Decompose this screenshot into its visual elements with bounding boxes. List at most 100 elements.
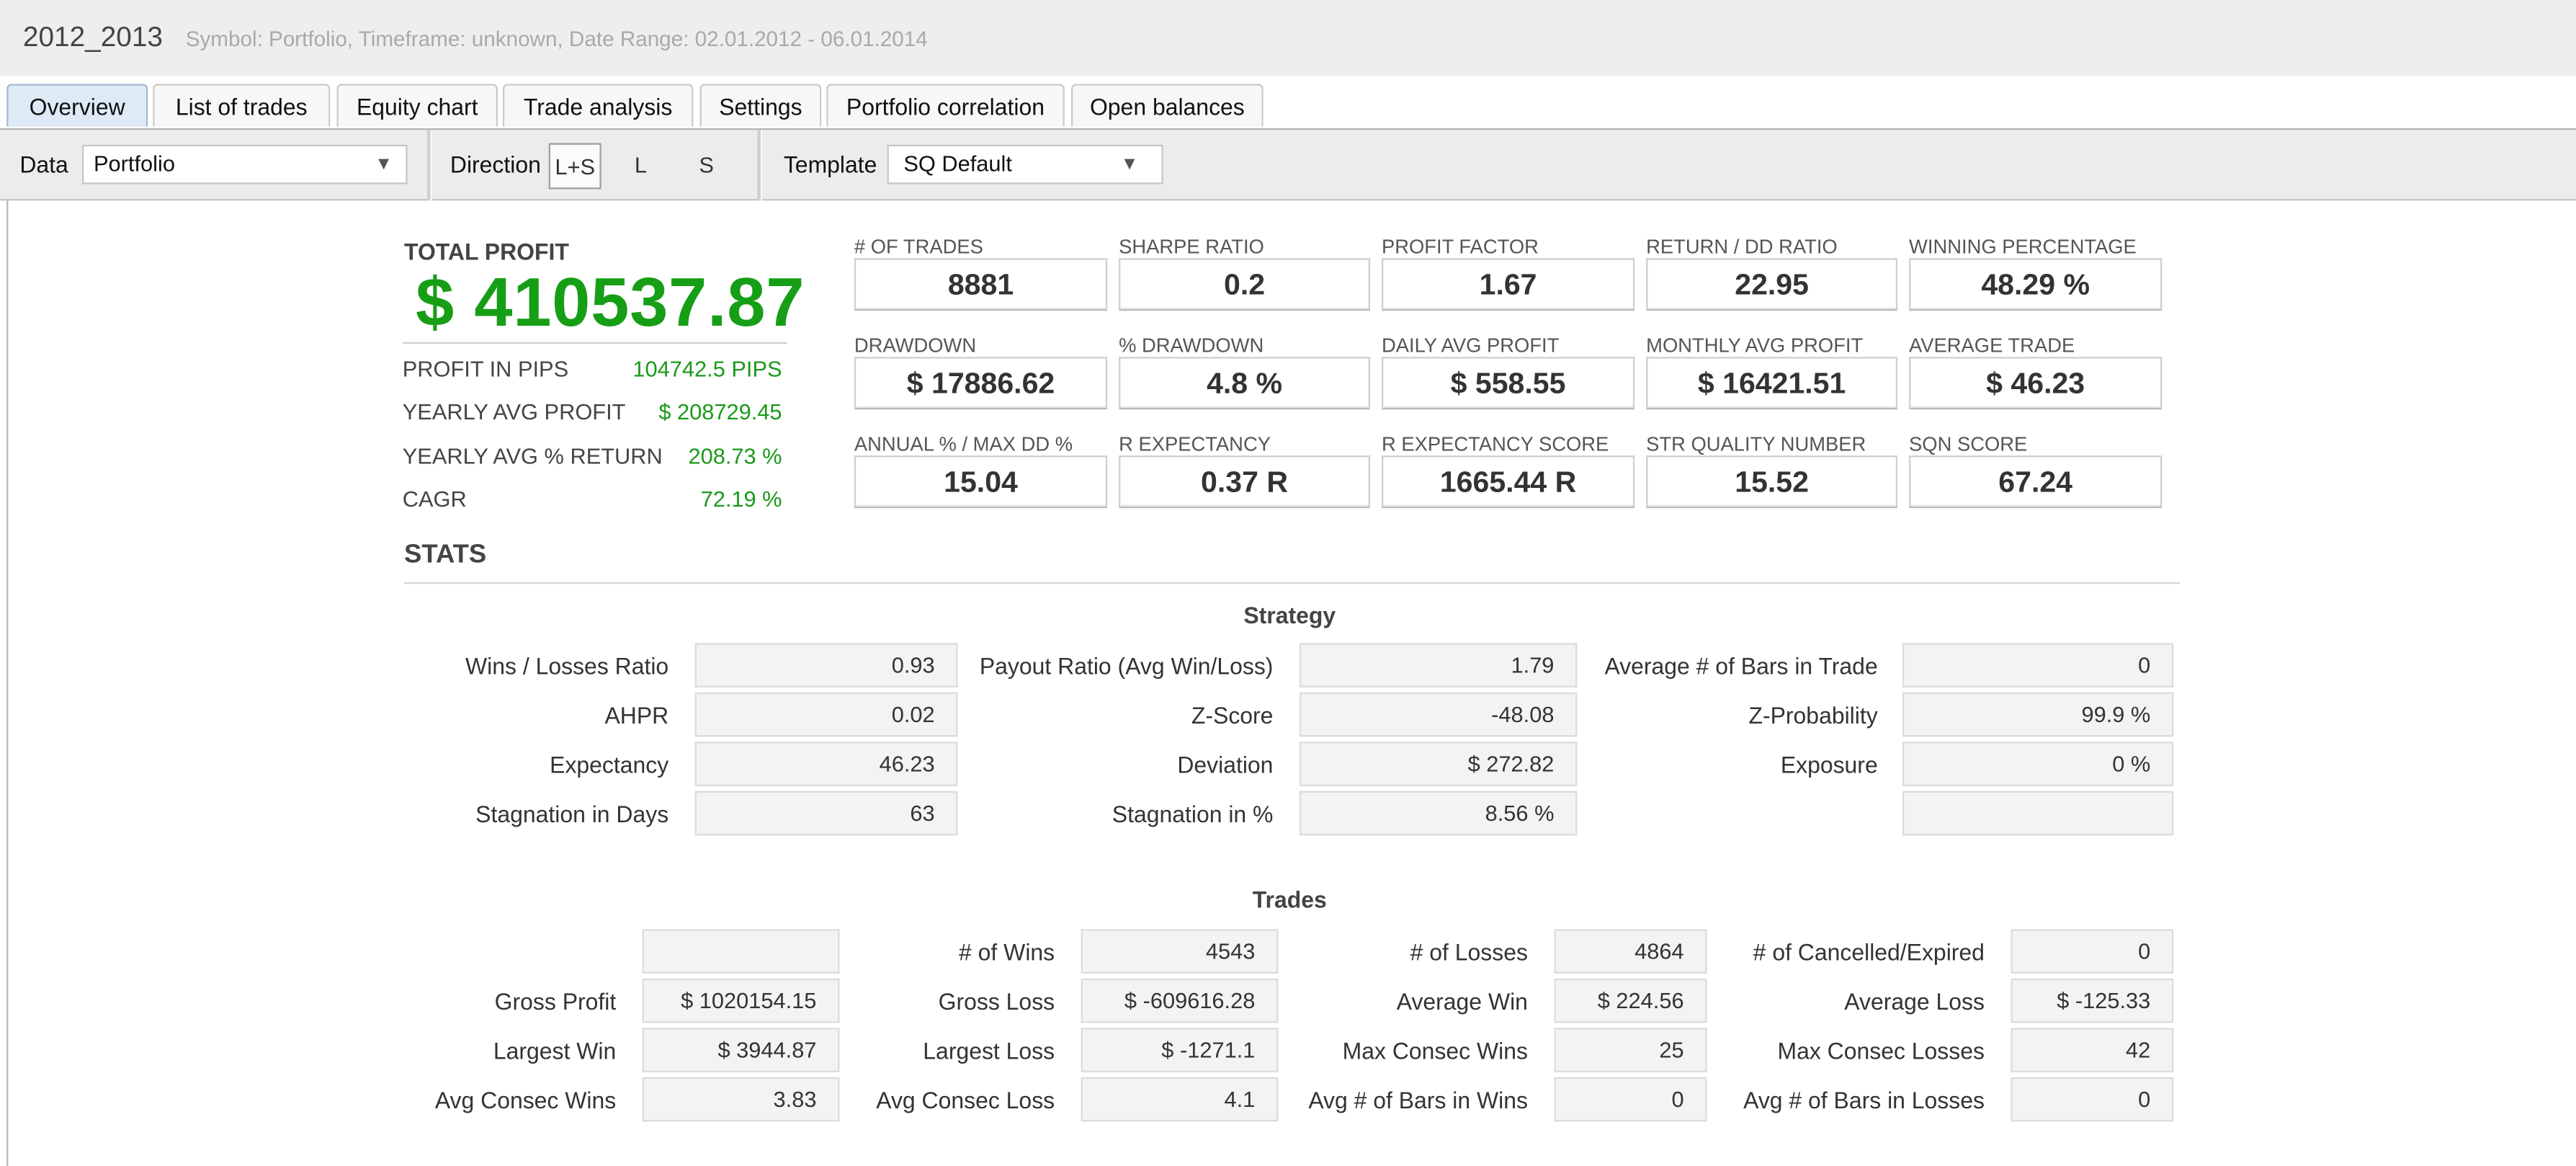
data-label: Data — [19, 151, 68, 178]
trade-value: 3.83 — [642, 1077, 840, 1122]
stat-value: 8.56 % — [1299, 791, 1578, 836]
stat-label: Payout Ratio (Avg Win/Loss) — [979, 652, 1274, 680]
chevron-down-icon: ▼ — [375, 154, 393, 174]
app-window: 2012_2013 Symbol: Portfolio, Timeframe: … — [0, 0, 2576, 1166]
stat-value: 99.9 % — [1902, 692, 2174, 737]
kpi-label: DAILY AVG PROFIT — [1381, 334, 1560, 357]
cagr-label: CAGR — [402, 486, 467, 512]
profit-in-pips-value: 104742.5 PIPS — [632, 357, 782, 382]
kpi-value: 48.29 % — [1909, 258, 2163, 311]
trade-value: $ 3944.87 — [642, 1028, 840, 1072]
trade-label: Max Consec Wins — [1342, 1038, 1528, 1064]
trade-value: 42 — [2011, 1028, 2174, 1072]
stat-label: Z-Score — [1191, 702, 1274, 729]
template-label: Template — [783, 151, 877, 178]
trade-label: Avg # of Bars in Losses — [1743, 1087, 1985, 1113]
data-select-value: Portfolio — [93, 151, 175, 177]
template-select-value: SQ Default — [903, 151, 1012, 177]
trade-label: Average Win — [1396, 988, 1528, 1015]
trade-value: 4.1 — [1081, 1077, 1279, 1122]
stat-value-empty — [1902, 791, 2174, 836]
kpi-value: $ 558.55 — [1381, 357, 1635, 410]
kpi-label: AVERAGE TRADE — [1909, 334, 2075, 357]
trade-value: 0 — [2011, 929, 2174, 974]
trade-label: # of Losses — [1410, 939, 1528, 966]
stat-label: Z-Probability — [1748, 702, 1878, 729]
tab-overview[interactable]: Overview — [6, 84, 148, 127]
total-profit-value: $ 410537.87 — [415, 263, 805, 341]
kpi-value: $ 17886.62 — [854, 357, 1108, 410]
data-select[interactable]: Portfolio ▼ — [82, 144, 408, 184]
cagr-value: 72.19 % — [700, 486, 782, 512]
result-meta: Symbol: Portfolio, Timeframe: unknown, D… — [185, 26, 928, 51]
stat-label: Deviation — [1177, 751, 1274, 778]
trade-value: 0 — [1554, 1077, 1707, 1122]
tab-trade-analysis[interactable]: Trade analysis — [502, 84, 694, 127]
stat-value: $ 272.82 — [1299, 742, 1578, 786]
trade-value: 4864 — [1554, 929, 1707, 974]
kpi-value: $ 46.23 — [1909, 357, 2163, 410]
result-title: 2012_2013 — [22, 21, 163, 53]
trade-value: $ 1020154.15 — [642, 978, 840, 1023]
summary-divider — [402, 342, 787, 344]
stat-value: 46.23 — [694, 742, 958, 786]
direction-long-short-button[interactable]: L+S — [548, 143, 601, 190]
tab-portfolio-correlation[interactable]: Portfolio correlation — [826, 84, 1065, 127]
kpi-label: DRAWDOWN — [854, 334, 977, 357]
tab-equity-chart[interactable]: Equity chart — [336, 84, 498, 127]
direction-long-button[interactable]: L — [614, 143, 667, 190]
overview-panel: TOTAL PROFIT $ 410537.87 PROFIT IN PIPS … — [6, 200, 2576, 1166]
trade-label: Gross Loss — [938, 988, 1055, 1015]
kpi-value: 0.2 — [1119, 258, 1371, 311]
stat-label: Expectancy — [550, 751, 669, 778]
yearly-avg-profit-value: $ 208729.45 — [658, 399, 782, 424]
kpi-label: MONTHLY AVG PROFIT — [1646, 334, 1864, 357]
strategy-section-title: Strategy — [1243, 602, 1336, 628]
trade-label: Average Loss — [1844, 988, 1985, 1015]
kpi-value: 4.8 % — [1119, 357, 1371, 410]
stat-label: Wins / Losses Ratio — [465, 652, 669, 680]
toolbar-divider — [426, 130, 432, 201]
kpi-value: 22.95 — [1646, 258, 1898, 311]
trade-value: $ 224.56 — [1554, 978, 1707, 1023]
stat-label: Average # of Bars in Trade — [1604, 652, 1878, 680]
trade-label: # of Cancelled/Expired — [1753, 939, 1985, 966]
trade-label: Largest Win — [493, 1038, 617, 1064]
kpi-label: PROFIT FACTOR — [1381, 235, 1539, 259]
trade-label: Avg Consec Wins — [434, 1087, 617, 1113]
stat-value: 0.93 — [694, 643, 958, 687]
trade-value: $ -125.33 — [2011, 978, 2174, 1023]
direction-label: Direction — [450, 151, 541, 178]
kpi-value: 1665.44 R — [1381, 455, 1635, 509]
tab-settings[interactable]: Settings — [699, 84, 822, 127]
stat-value: -48.08 — [1299, 692, 1578, 737]
kpi-value: $ 16421.51 — [1646, 357, 1898, 410]
kpi-label: % DRAWDOWN — [1119, 334, 1264, 357]
kpi-label: # OF TRADES — [854, 235, 983, 259]
tab-bar: Overview List of trades Equity chart Tra… — [0, 75, 2576, 129]
trade-value: $ -1271.1 — [1081, 1028, 1279, 1072]
kpi-label: ANNUAL % / MAX DD % — [854, 432, 1073, 456]
kpi-value: 67.24 — [1909, 455, 2163, 509]
trade-value: 25 — [1554, 1028, 1707, 1072]
kpi-value: 15.04 — [854, 455, 1108, 509]
stat-value: 0 — [1902, 643, 2174, 687]
tab-list-of-trades[interactable]: List of trades — [153, 84, 331, 127]
tab-open-balances[interactable]: Open balances — [1070, 84, 1264, 127]
direction-short-button[interactable]: S — [680, 143, 733, 190]
trade-label: Gross Profit — [494, 988, 617, 1015]
trade-label: # of Wins — [959, 939, 1055, 966]
trades-section-title: Trades — [1252, 886, 1327, 913]
trade-value: 0 — [2011, 1077, 2174, 1122]
kpi-value: 15.52 — [1646, 455, 1898, 509]
trade-value: 4543 — [1081, 929, 1279, 974]
stats-title: STATS — [404, 540, 487, 569]
trade-label: Largest Loss — [923, 1038, 1055, 1064]
filter-toolbar: Data Portfolio ▼ Direction L+S L S Templ… — [0, 128, 2576, 201]
kpi-label: WINNING PERCENTAGE — [1909, 235, 2137, 259]
kpi-value: 8881 — [854, 258, 1108, 311]
trade-label: Avg # of Bars in Wins — [1308, 1087, 1528, 1113]
kpi-label: RETURN / DD RATIO — [1646, 235, 1838, 259]
stat-label: Exposure — [1780, 751, 1878, 778]
template-select[interactable]: SQ Default ▼ — [887, 144, 1163, 184]
